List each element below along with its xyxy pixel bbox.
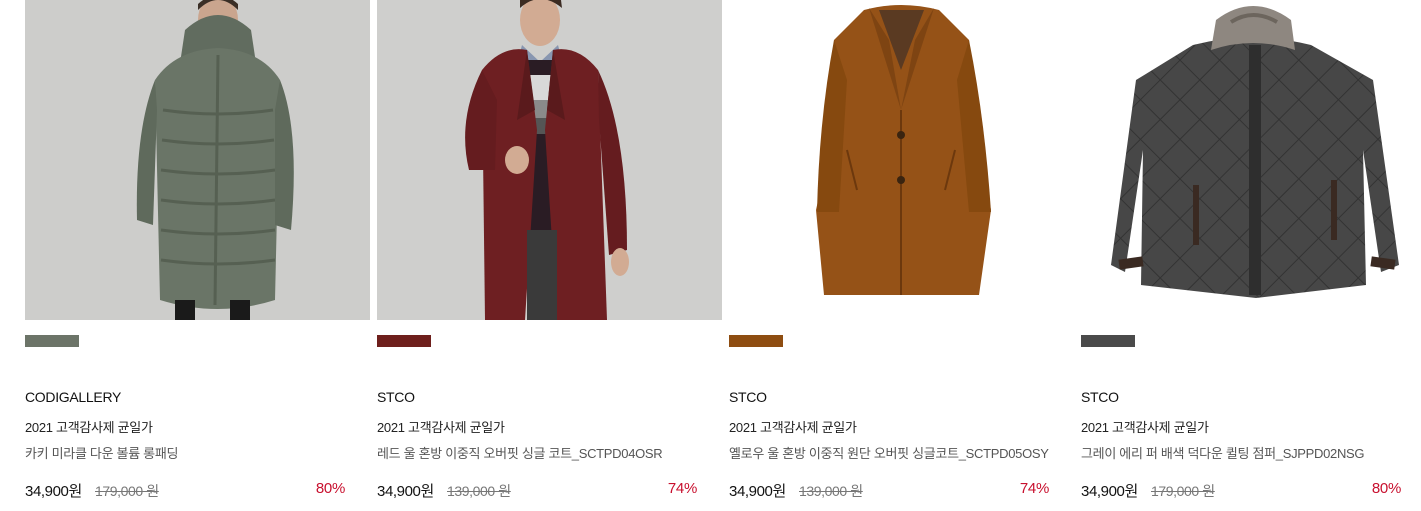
product-card[interactable]: STCO 2021 고객감사제 균일가 레드 울 혼방 이중직 오버핏 싱글 코… xyxy=(377,0,722,511)
product-name[interactable]: 옐로우 울 혼방 이중직 원단 오버핏 싱글코트_SCTPD05OSY xyxy=(729,443,1049,462)
sale-price: 34,900원 xyxy=(25,483,82,500)
discount-rate: 80% xyxy=(1371,480,1401,497)
discount-rate: 80% xyxy=(315,480,345,497)
price-row: 34,900원 179,000 원 80% xyxy=(25,480,345,502)
brand-name: STCO xyxy=(1081,389,1119,405)
original-price: 179,000 원 xyxy=(1151,483,1215,499)
discount-rate: 74% xyxy=(1019,480,1049,497)
original-price: 179,000 원 xyxy=(95,483,159,499)
grey-quilted-jumper-photo xyxy=(1081,0,1421,320)
color-swatch[interactable] xyxy=(25,335,79,347)
brand-name: STCO xyxy=(729,389,767,405)
promo-label: 2021 고객감사제 균일가 xyxy=(729,420,857,435)
product-card[interactable]: STCO 2021 고객감사제 균일가 그레이 에리 퍼 배색 덕다운 퀼팅 점… xyxy=(1081,0,1421,511)
product-card[interactable]: STCO 2021 고객감사제 균일가 옐로우 울 혼방 이중직 원단 오버핏 … xyxy=(729,0,1074,511)
red-wool-coat-photo xyxy=(377,0,722,320)
khaki-long-padding-photo xyxy=(25,0,370,320)
price-row: 34,900원 139,000 원 74% xyxy=(377,480,697,502)
color-swatch[interactable] xyxy=(729,335,783,347)
sale-price: 34,900원 xyxy=(1081,483,1138,500)
promo-label: 2021 고객감사제 균일가 xyxy=(1081,420,1209,435)
price-row: 34,900원 139,000 원 74% xyxy=(729,480,1049,502)
product-name[interactable]: 레드 울 혼방 이중직 오버핏 싱글 코트_SCTPD04OSR xyxy=(377,443,663,462)
original-price: 139,000 원 xyxy=(447,483,511,499)
product-image[interactable] xyxy=(1081,0,1421,320)
color-swatch[interactable] xyxy=(377,335,431,347)
yellow-wool-coat-photo xyxy=(729,0,1074,320)
promo-label: 2021 고객감사제 균일가 xyxy=(377,420,505,435)
product-grid: CODIGALLERY 2021 고객감사제 균일가 카키 미라클 다운 볼륨 … xyxy=(25,0,1421,511)
product-card[interactable]: CODIGALLERY 2021 고객감사제 균일가 카키 미라클 다운 볼륨 … xyxy=(25,0,370,511)
brand-name: STCO xyxy=(377,389,415,405)
product-name[interactable]: 카키 미라클 다운 볼륨 롱패딩 xyxy=(25,443,178,462)
discount-rate: 74% xyxy=(667,480,697,497)
price-row: 34,900원 179,000 원 80% xyxy=(1081,480,1401,502)
color-swatch[interactable] xyxy=(1081,335,1135,347)
sale-price: 34,900원 xyxy=(377,483,434,500)
original-price: 139,000 원 xyxy=(799,483,863,499)
sale-price: 34,900원 xyxy=(729,483,786,500)
promo-label: 2021 고객감사제 균일가 xyxy=(25,420,153,435)
product-image[interactable] xyxy=(377,0,722,320)
brand-name: CODIGALLERY xyxy=(25,389,122,405)
product-image[interactable] xyxy=(729,0,1074,320)
product-image[interactable] xyxy=(25,0,370,320)
product-name[interactable]: 그레이 에리 퍼 배색 덕다운 퀼팅 점퍼_SJPPD02NSG xyxy=(1081,443,1365,462)
